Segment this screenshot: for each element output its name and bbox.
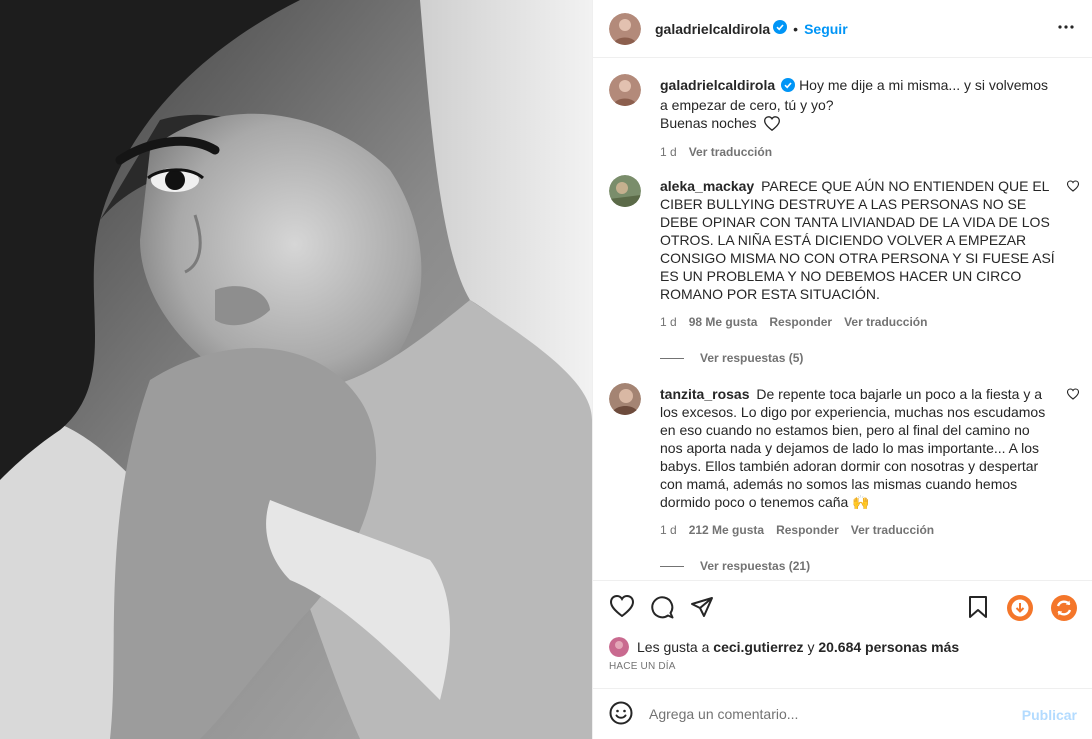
comment-time[interactable]: 1 d [660, 523, 677, 537]
likes-prefix: Les gusta a [637, 639, 710, 655]
publish-button[interactable]: Publicar [1022, 707, 1077, 723]
comment-text: PARECE QUE AÚN NO ENTIENDEN QUE EL CIBER… [660, 178, 1055, 302]
view-replies-label: Ver respuestas (21) [700, 559, 811, 573]
comment-time[interactable]: 1 d [660, 315, 677, 329]
comment-username[interactable]: aleka_mackay [660, 178, 754, 194]
comment-text: De repente toca bajarle un poco a la fie… [660, 386, 1046, 510]
raised-hands-emoji: 🙌 [852, 494, 870, 510]
heart-icon[interactable] [609, 594, 635, 620]
commenter-avatar[interactable] [609, 383, 641, 415]
liker-username[interactable]: ceci.gutierrez [713, 639, 803, 655]
bookmark-icon[interactable] [967, 595, 989, 622]
smiley-icon[interactable] [609, 701, 633, 728]
comment-like-heart-icon[interactable] [1066, 179, 1080, 195]
post-image [0, 0, 592, 739]
view-replies-button[interactable]: Ver respuestas (5) [660, 351, 1079, 365]
caption-time[interactable]: 1 d [660, 145, 677, 159]
view-replies-button[interactable]: Ver respuestas (21) [660, 559, 1079, 573]
caption-username[interactable]: galadrielcaldirola [660, 77, 775, 93]
caption-translate[interactable]: Ver traducción [689, 145, 772, 159]
comments-list[interactable]: galadrielcaldirola Hoy me dije a mi mism… [593, 58, 1092, 580]
post-date[interactable]: HACE UN DÍA [609, 661, 676, 672]
post-photo[interactable] [0, 0, 592, 739]
orange-download-icon[interactable] [1006, 594, 1034, 625]
comment-username[interactable]: tanzita_rosas [660, 386, 749, 402]
heart-outline-icon [764, 116, 781, 135]
commenter-avatar[interactable] [609, 175, 641, 207]
comment-likes[interactable]: 212 Me gusta [689, 523, 764, 537]
more-horizontal-icon[interactable] [1057, 18, 1075, 39]
comment-item: tanzita_rosas De repente toca bajarle un… [609, 383, 1080, 573]
author-avatar[interactable] [609, 74, 641, 106]
likes-others[interactable]: 20.684 personas más [818, 639, 959, 655]
verified-badge-icon [773, 20, 788, 37]
view-replies-label: Ver respuestas (5) [700, 351, 804, 365]
likes-summary: Les gusta a ceci.gutierrez y 20.684 pers… [609, 637, 959, 657]
author-username[interactable]: galadrielcaldirola [655, 21, 770, 37]
comment-reply-button[interactable]: Responder [776, 523, 839, 537]
comment-bubble-icon[interactable] [650, 595, 674, 622]
comment-like-heart-icon[interactable] [1066, 387, 1080, 403]
comment-reply-button[interactable]: Responder [769, 315, 832, 329]
replies-divider [660, 565, 684, 567]
separator-dot: • [793, 20, 799, 37]
follow-button[interactable]: Seguir [804, 21, 848, 37]
comment-likes[interactable]: 98 Me gusta [689, 315, 758, 329]
paper-plane-icon[interactable] [690, 595, 714, 622]
comment-composer: Publicar [593, 688, 1092, 739]
comment-translate[interactable]: Ver traducción [851, 523, 934, 537]
likes-conj: y [807, 639, 815, 655]
liker-avatar[interactable] [609, 637, 629, 657]
comment-translate[interactable]: Ver traducción [844, 315, 927, 329]
verified-badge-icon [781, 78, 796, 96]
comment-item: aleka_mackay PARECE QUE AÚN NO ENTIENDEN… [609, 175, 1080, 365]
post-panel: galadrielcaldirola • Seguir galadrielcal… [592, 0, 1092, 739]
comment-input[interactable] [649, 706, 1009, 722]
post-header: galadrielcaldirola • Seguir [593, 0, 1092, 58]
author-avatar[interactable] [609, 12, 641, 45]
action-bar [593, 580, 1092, 634]
caption: galadrielcaldirola Hoy me dije a mi mism… [609, 74, 1079, 159]
caption-text-2: Buenas noches [660, 115, 757, 131]
replies-divider [660, 357, 684, 359]
orange-sync-icon[interactable] [1050, 594, 1078, 625]
